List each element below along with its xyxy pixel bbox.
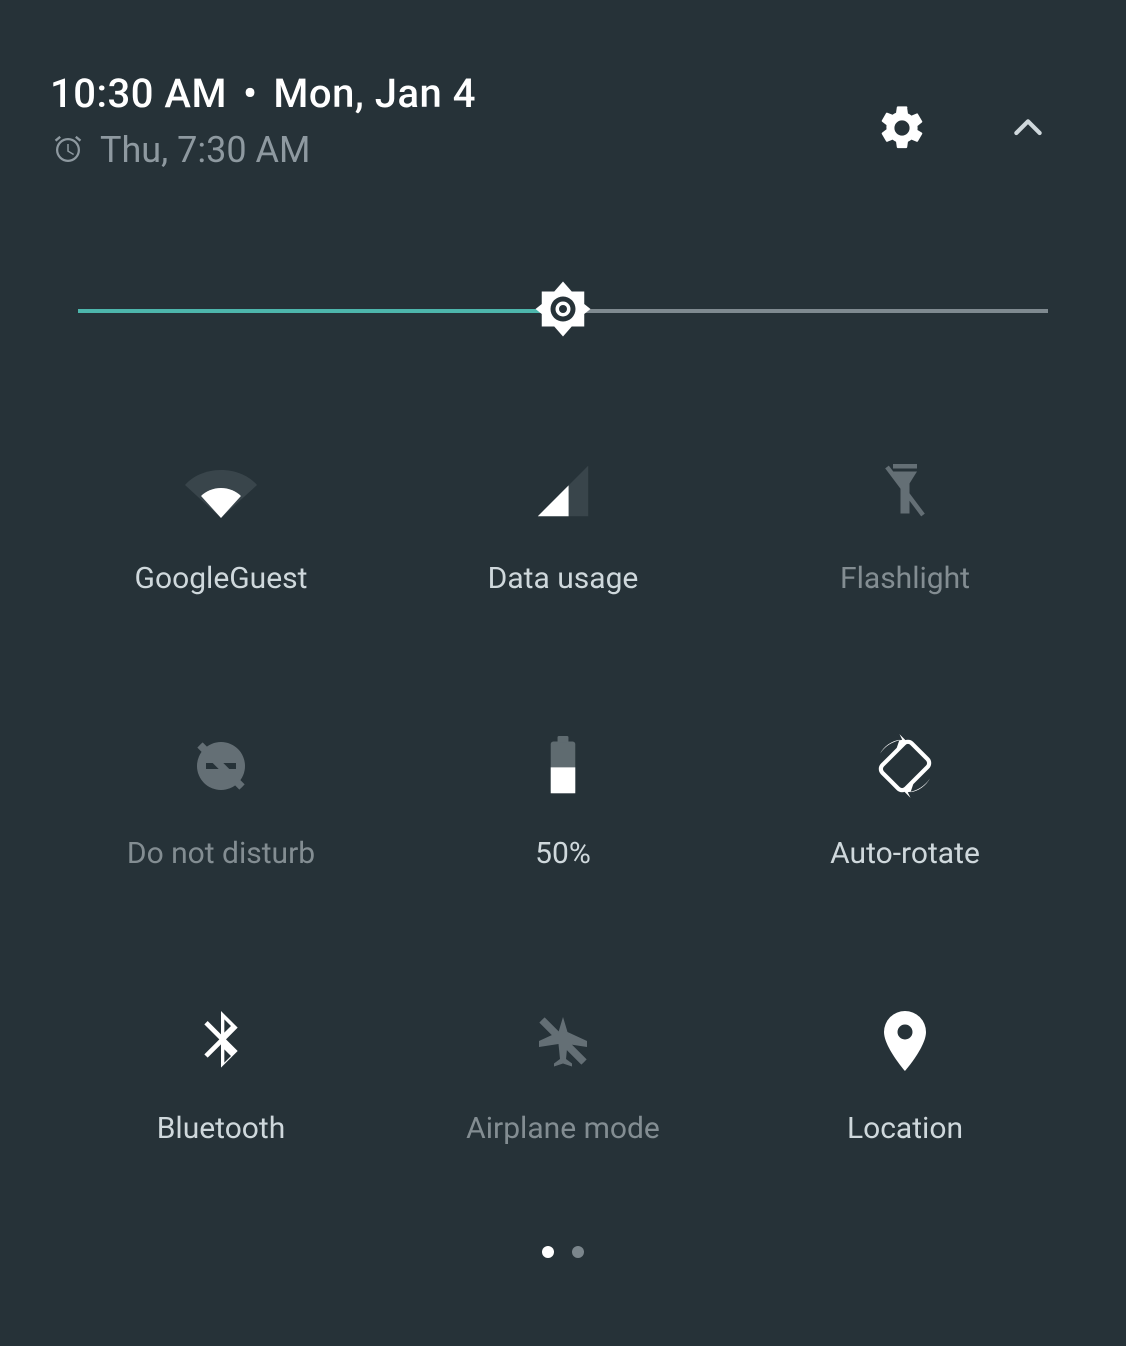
page-indicator[interactable] (50, 1246, 1076, 1258)
tile-label: Do not disturb (127, 836, 315, 871)
settings-button[interactable] (874, 100, 930, 156)
tile-dnd[interactable]: Do not disturb (50, 736, 392, 871)
tile-auto-rotate[interactable]: Auto-rotate (734, 736, 1076, 871)
page-dot-2[interactable] (572, 1246, 584, 1258)
tile-airplane[interactable]: Airplane mode (392, 1011, 734, 1146)
next-alarm[interactable]: Thu, 7:30 AM (50, 129, 476, 171)
flashlight-off-icon (881, 461, 929, 521)
location-icon (883, 1011, 927, 1071)
page-dot-1[interactable] (542, 1246, 554, 1258)
tile-wifi[interactable]: GoogleGuest (50, 461, 392, 596)
clock-date[interactable]: 10:30 AM • Mon, Jan 4 (50, 70, 476, 117)
slider-thumb[interactable] (533, 279, 593, 343)
bluetooth-icon (201, 1011, 241, 1071)
tiles-grid: GoogleGuest Data usage Flashlight (50, 461, 1076, 1146)
alarm-text: Thu, 7:30 AM (100, 129, 310, 171)
tile-label: Location (847, 1111, 963, 1146)
tile-flashlight[interactable]: Flashlight (734, 461, 1076, 596)
header: 10:30 AM • Mon, Jan 4 Thu, 7:30 AM (50, 70, 1076, 171)
tile-bluetooth[interactable]: Bluetooth (50, 1011, 392, 1146)
tile-label: Airplane mode (466, 1111, 660, 1146)
dnd-off-icon (191, 736, 251, 796)
battery-icon (545, 736, 581, 796)
header-left: 10:30 AM • Mon, Jan 4 Thu, 7:30 AM (50, 70, 476, 171)
auto-rotate-icon (869, 736, 941, 796)
cellular-icon (535, 461, 591, 521)
airplane-off-icon (533, 1011, 593, 1071)
chevron-up-icon (1008, 108, 1048, 148)
gear-icon (876, 102, 928, 154)
collapse-button[interactable] (1000, 100, 1056, 156)
tile-label: 50% (535, 836, 591, 871)
tile-data-usage[interactable]: Data usage (392, 461, 734, 596)
date: Mon, Jan 4 (273, 70, 476, 117)
separator-dot: • (243, 70, 257, 117)
tile-label: Flashlight (840, 561, 970, 596)
tile-label: Bluetooth (157, 1111, 286, 1146)
quick-settings-panel: 10:30 AM • Mon, Jan 4 Thu, 7:30 AM (0, 0, 1126, 1346)
slider-fill (78, 309, 563, 313)
alarm-icon (50, 132, 86, 168)
tile-location[interactable]: Location (734, 1011, 1076, 1146)
brightness-slider[interactable] (78, 281, 1048, 341)
brightness-icon (533, 279, 593, 339)
header-right (874, 70, 1076, 156)
clock: 10:30 AM (50, 70, 227, 117)
tile-battery[interactable]: 50% (392, 736, 734, 871)
tile-label: GoogleGuest (135, 561, 308, 596)
tile-label: Auto-rotate (830, 836, 980, 871)
wifi-icon (185, 461, 257, 521)
tile-label: Data usage (488, 561, 639, 596)
